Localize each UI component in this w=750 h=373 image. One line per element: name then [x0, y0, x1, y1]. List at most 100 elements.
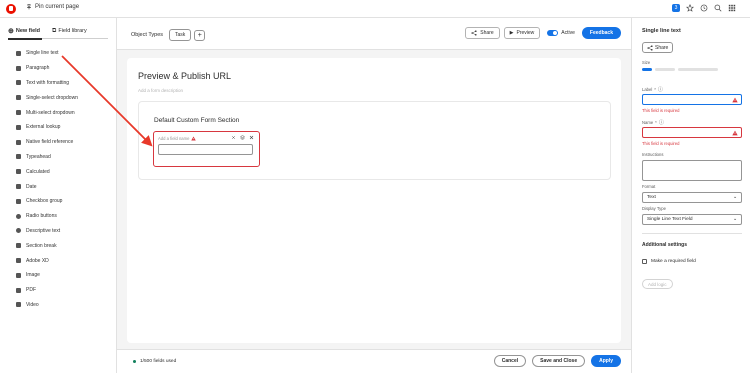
- display-type-select[interactable]: Single Line Text Field ⌄: [642, 214, 742, 225]
- preview-button[interactable]: ▶ Preview: [503, 27, 541, 39]
- info-icon[interactable]: ⓘ: [659, 119, 664, 126]
- form-description-input[interactable]: Add a form description: [138, 88, 183, 93]
- lookup-icon: [16, 124, 21, 130]
- name-field-label: Name * ⓘ: [642, 119, 664, 126]
- field-type-native-field-reference[interactable]: Native field reference: [16, 135, 78, 150]
- sidebar-tabs: ⊕ New field ⧉ Field library: [8, 27, 87, 38]
- form-title[interactable]: Preview & Publish URL: [138, 71, 231, 81]
- field-type-date[interactable]: Date: [16, 179, 78, 194]
- field-type-section-break[interactable]: Section break: [16, 238, 78, 253]
- size-label: Size: [642, 60, 651, 65]
- required-field-checkbox[interactable]: Make a required field: [642, 259, 696, 264]
- field-type-list: Single line text Paragraph Text with for…: [16, 46, 78, 312]
- name-input[interactable]: [642, 127, 742, 138]
- library-icon: ⧉: [52, 27, 57, 34]
- checkbox-icon[interactable]: [642, 259, 647, 264]
- active-toggle[interactable]: Active: [547, 30, 575, 36]
- save-and-close-button[interactable]: Save and Close: [532, 355, 586, 367]
- preview-label: Preview: [516, 30, 535, 36]
- tab-new-field-label: New field: [15, 28, 41, 34]
- field-name-placeholder[interactable]: Add a field name: [158, 136, 197, 141]
- tab-new-field[interactable]: ⊕ New field: [8, 27, 40, 38]
- field-preview-input: [158, 144, 253, 155]
- name-error: This field is required: [642, 141, 680, 146]
- list-item-label: Single-select dropdown: [26, 94, 78, 101]
- paragraph-icon: [16, 65, 21, 71]
- reference-icon: [16, 139, 21, 145]
- field-type-video[interactable]: Video: [16, 298, 78, 313]
- field-type-radio-buttons[interactable]: Radio buttons: [16, 209, 78, 224]
- panel-share-button[interactable]: Share: [642, 42, 674, 53]
- new-field-card[interactable]: Add a field name: [153, 131, 260, 167]
- field-name-text: Add a field name: [158, 136, 190, 141]
- toggle-switch[interactable]: [547, 30, 559, 36]
- stack-icon[interactable]: [240, 135, 245, 140]
- size-option-small[interactable]: [642, 68, 652, 71]
- field-usage: 1/500 fields used: [133, 359, 176, 364]
- list-item-label: PDF: [26, 287, 36, 294]
- size-option-large[interactable]: [678, 68, 718, 71]
- field-type-external-lookup[interactable]: External lookup: [16, 120, 78, 135]
- add-object-type-button[interactable]: +: [194, 29, 206, 41]
- object-type-chip[interactable]: Task: [169, 29, 192, 41]
- field-type-descriptive-text[interactable]: Descriptive text: [16, 224, 78, 239]
- field-type-text-with-formatting[interactable]: Text with formatting: [16, 76, 78, 91]
- star-icon[interactable]: [686, 4, 694, 12]
- field-type-adobe-xd[interactable]: Adobe XD: [16, 253, 78, 268]
- pin-current-page-button[interactable]: Pin current page: [26, 4, 79, 10]
- field-type-single-line-text[interactable]: Single line text: [16, 46, 78, 61]
- section-icon: [16, 243, 21, 249]
- format-value: Text: [647, 195, 656, 200]
- label-input[interactable]: [642, 94, 742, 105]
- search-icon[interactable]: [714, 4, 722, 12]
- text-icon: [16, 50, 21, 56]
- feedback-button[interactable]: Feedback: [581, 27, 621, 39]
- checkbox-icon: [16, 198, 21, 204]
- share-button[interactable]: Share: [465, 27, 500, 39]
- display-type-value: Single Line Text Field: [647, 217, 693, 222]
- size-selector[interactable]: [642, 68, 718, 71]
- list-item-label: Multi-select dropdown: [26, 109, 75, 116]
- field-type-calculated[interactable]: Calculated: [16, 164, 78, 179]
- add-logic-button[interactable]: Add logic: [642, 279, 673, 289]
- format-select[interactable]: Text ⌄: [642, 192, 742, 203]
- plus-icon: ⊕: [8, 28, 14, 35]
- required-asterisk: *: [655, 120, 657, 125]
- tab-field-library[interactable]: ⧉ Field library: [52, 27, 87, 38]
- panel-share-label: Share: [655, 44, 669, 51]
- cancel-button[interactable]: Cancel: [493, 355, 527, 367]
- section-title[interactable]: Default Custom Form Section: [154, 117, 239, 124]
- field-sidebar: ⊕ New field ⧉ Field library Single line …: [0, 18, 117, 373]
- calculator-icon: [16, 169, 21, 175]
- footer-actions: Cancel Save and Close Apply: [493, 355, 621, 367]
- field-type-typeahead[interactable]: Typeahead: [16, 150, 78, 165]
- dropdown-icon: [16, 95, 21, 101]
- list-item-label: Image: [26, 272, 40, 279]
- field-type-single-select-dropdown[interactable]: Single-select dropdown: [16, 90, 78, 105]
- field-type-pdf[interactable]: PDF: [16, 283, 78, 298]
- list-item-label: Single line text: [26, 50, 59, 57]
- size-option-medium[interactable]: [655, 68, 675, 71]
- pdf-icon: [16, 287, 21, 293]
- designer-toolbar: Object Types Task + Share ▶ Preview Acti…: [117, 18, 631, 50]
- apply-button[interactable]: Apply: [591, 355, 621, 367]
- list-item-label: Text with formatting: [26, 79, 70, 86]
- field-type-image[interactable]: Image: [16, 268, 78, 283]
- info-icon[interactable]: ⓘ: [658, 86, 663, 93]
- list-item-label: Adobe XD: [26, 257, 49, 264]
- list-item-label: Section break: [26, 242, 57, 249]
- move-icon[interactable]: [231, 135, 236, 140]
- field-type-paragraph[interactable]: Paragraph: [16, 61, 78, 76]
- field-type-checkbox-group[interactable]: Checkbox group: [16, 194, 78, 209]
- notification-badge[interactable]: 3: [672, 4, 680, 12]
- instructions-textarea[interactable]: [642, 160, 742, 181]
- apps-grid-icon[interactable]: [728, 4, 736, 12]
- history-icon[interactable]: [700, 4, 708, 12]
- list-item-label: Paragraph: [26, 65, 50, 72]
- label-field-label: Label * ⓘ: [642, 86, 663, 93]
- object-types-label: Object Types: [131, 32, 163, 38]
- close-icon[interactable]: [249, 135, 254, 140]
- field-type-multi-select-dropdown[interactable]: Multi-select dropdown: [16, 105, 78, 120]
- active-label: Active: [561, 30, 575, 36]
- workfront-logo-icon[interactable]: [6, 4, 16, 14]
